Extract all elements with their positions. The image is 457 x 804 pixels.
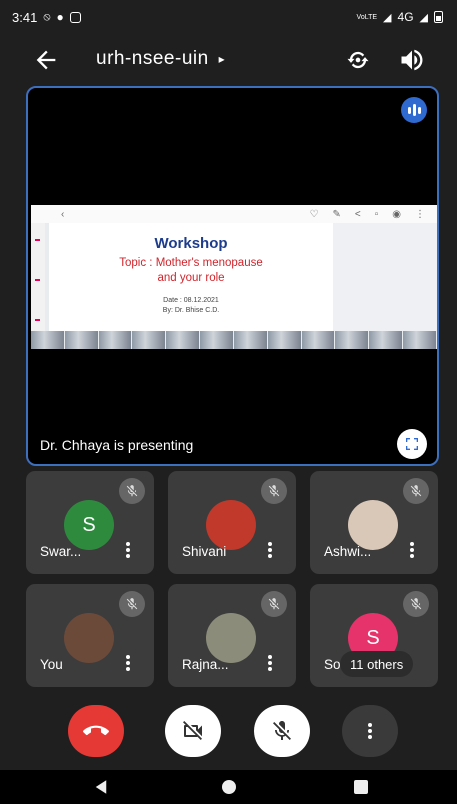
- more-icon: ⋮: [415, 208, 425, 220]
- participant-menu-icon[interactable]: [126, 542, 130, 558]
- nav-back-icon[interactable]: [92, 778, 110, 796]
- fullscreen-icon[interactable]: [397, 429, 427, 459]
- avatar: [206, 500, 256, 550]
- mic-off-icon: [403, 591, 429, 617]
- slide-topic-line2: and your role: [157, 272, 225, 284]
- viewer-back-icon: ‹: [61, 208, 65, 220]
- delete-icon: ▫: [374, 208, 379, 220]
- signal-icon: ◢: [383, 11, 392, 24]
- meeting-code: urh-nsee-uin: [96, 48, 209, 69]
- participant-tile[interactable]: You: [26, 584, 154, 687]
- slide-sidebar: [31, 223, 45, 333]
- viewer-toolbar: ‹ ♡ ✎ < ▫ ◉ ⋮: [31, 205, 437, 223]
- switch-camera-icon[interactable]: [344, 46, 372, 74]
- participant-tile[interactable]: Rajna...: [168, 584, 296, 687]
- microphone-toggle-button[interactable]: [254, 705, 310, 757]
- system-navigation-bar: [0, 770, 457, 804]
- participant-menu-icon[interactable]: [410, 542, 414, 558]
- end-call-button[interactable]: [68, 705, 124, 757]
- participant-name: Rajna...: [182, 657, 229, 672]
- mic-off-icon: [261, 591, 287, 617]
- slide-author: By: Dr. Bhise C.D.: [162, 307, 220, 314]
- heart-icon: ♡: [309, 208, 319, 220]
- others-count-badge[interactable]: 11 others: [340, 651, 414, 677]
- edit-icon: ✎: [332, 208, 341, 220]
- meeting-header: urh-nsee-uin ▸: [0, 36, 457, 84]
- status-time: 3:41: [12, 9, 38, 25]
- avatar: [206, 613, 256, 663]
- participant-menu-icon[interactable]: [126, 655, 130, 671]
- participant-tile[interactable]: Shivani: [168, 471, 296, 574]
- nav-home-icon[interactable]: [222, 780, 236, 794]
- participant-menu-icon[interactable]: [268, 542, 272, 558]
- avatar: [64, 613, 114, 663]
- notification-icon: ⦸: [43, 10, 51, 23]
- slide-date: Date : 08.12.2021: [163, 297, 219, 304]
- more-options-button[interactable]: [342, 705, 398, 757]
- presenting-label: Dr. Chhaya is presenting: [40, 437, 194, 453]
- battery-icon: [434, 11, 443, 23]
- avatar: [348, 500, 398, 550]
- network-label: 4G: [397, 10, 414, 24]
- thumbnail-strip: [31, 331, 437, 349]
- signal-icon-2: ◢: [419, 11, 428, 24]
- slide-margin: [333, 223, 437, 331]
- camera-off-icon: [183, 721, 202, 740]
- presentation-stage[interactable]: ‹ ♡ ✎ < ▫ ◉ ⋮ Workshop Topic : Mother's …: [26, 86, 439, 466]
- mic-off-icon: [261, 478, 287, 504]
- nav-recents-icon[interactable]: [354, 780, 368, 794]
- participant-name: So: [324, 657, 341, 672]
- camera-toggle-button[interactable]: [165, 705, 221, 757]
- meeting-title[interactable]: urh-nsee-uin ▸: [96, 48, 225, 70]
- participant-name: You: [40, 657, 63, 672]
- back-arrow-icon[interactable]: [32, 46, 60, 74]
- participant-name: Swar...: [40, 544, 82, 559]
- shared-screen: ‹ ♡ ✎ < ▫ ◉ ⋮ Workshop Topic : Mother's …: [31, 205, 437, 349]
- participant-name: Ashwi...: [324, 544, 372, 559]
- slide-page: Workshop Topic : Mother's menopause and …: [49, 223, 333, 331]
- mic-off-icon: [119, 591, 145, 617]
- avatar: S: [64, 500, 114, 550]
- participant-menu-icon[interactable]: [268, 655, 272, 671]
- instagram-icon: [69, 11, 81, 23]
- slide-topic-line1: Topic : Mother's menopause: [119, 257, 263, 269]
- view-icon: ◉: [392, 208, 401, 220]
- status-bar: 3:41 ⦸ ● VoLTE ◢ 4G ◢: [0, 0, 457, 34]
- share-icon: <: [354, 208, 361, 220]
- mic-off-icon: [403, 478, 429, 504]
- slide-meta: Date : 08.12.2021 By: Dr. Bhise C.D.: [49, 296, 333, 316]
- more-options-icon: [368, 723, 372, 739]
- call-controls: [0, 705, 457, 761]
- chat-bubble-icon: ●: [56, 10, 64, 24]
- slide-topic: Topic : Mother's menopause and your role: [49, 256, 333, 286]
- speaking-indicator-icon: [401, 97, 427, 123]
- mic-off-icon: [273, 721, 291, 740]
- participant-tile[interactable]: Ashwi...: [310, 471, 438, 574]
- mic-off-icon: [119, 478, 145, 504]
- slide-title: Workshop: [154, 235, 228, 252]
- participant-tile[interactable]: S Swar...: [26, 471, 154, 574]
- end-call-icon: [83, 725, 109, 736]
- participant-name: Shivani: [182, 544, 227, 559]
- volte-label: VoLTE: [356, 13, 378, 21]
- speaker-icon[interactable]: [398, 46, 426, 74]
- chevron-right-icon: ▸: [218, 52, 226, 66]
- participant-tile[interactable]: S So 11 others: [310, 584, 438, 687]
